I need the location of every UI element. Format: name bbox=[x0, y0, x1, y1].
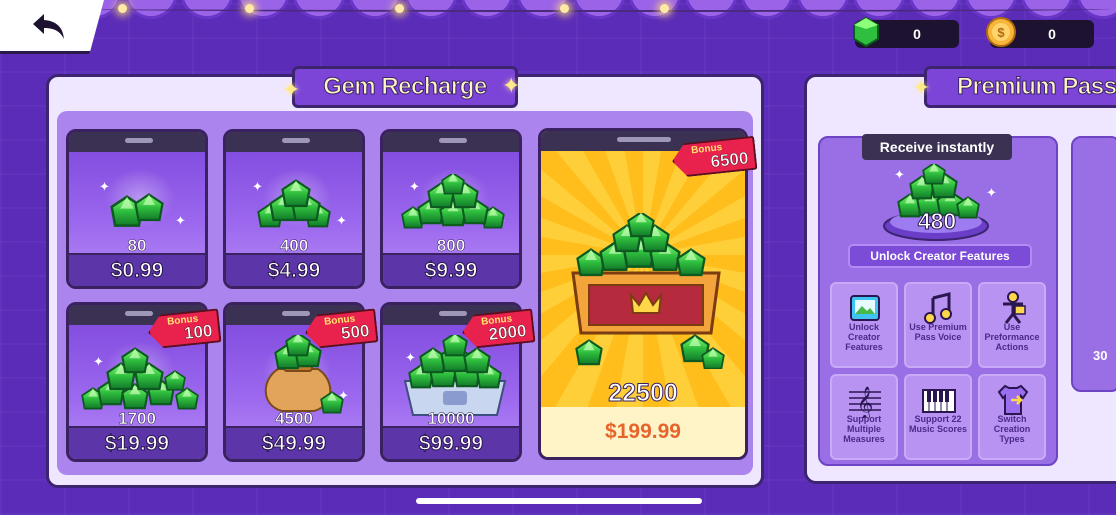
feature-label: Use Premium Pass Voice bbox=[909, 322, 967, 342]
star-icon: ✦ bbox=[912, 76, 931, 101]
feature-label: Support 22 Music Scores bbox=[908, 414, 968, 434]
svg-text:$: $ bbox=[997, 25, 1005, 40]
light-bulb bbox=[395, 4, 404, 13]
unlock-creator-banner: Unlock Creator Features bbox=[848, 244, 1032, 268]
gem-pack-card[interactable]: ✦ ✦ 800 $9.99 bbox=[380, 129, 522, 289]
gem-balance: 0 bbox=[853, 16, 959, 48]
home-indicator[interactable] bbox=[416, 498, 702, 504]
featured-pack-price: $199.99 bbox=[541, 407, 745, 457]
image-icon bbox=[850, 295, 880, 321]
light-string bbox=[90, 6, 1110, 12]
feature-tile: Use Preformance Actions bbox=[978, 282, 1046, 368]
feature-tile: Use Premium Pass Voice bbox=[904, 282, 972, 368]
performer-icon bbox=[1003, 291, 1026, 324]
feature-tile: Support 22 Music Scores bbox=[904, 374, 972, 460]
feature-label: Support Multiple Measures bbox=[843, 414, 885, 444]
next-pass-peek-value: 30 bbox=[1093, 348, 1108, 363]
gem-pile-icon bbox=[401, 174, 505, 229]
feature-tile: 𝄞 Support Multiple Measures bbox=[830, 374, 898, 460]
back-arrow-icon bbox=[33, 13, 64, 39]
featured-gem-pack-card[interactable]: 22500 $199.99 bbox=[538, 128, 748, 460]
gem-tray-icon bbox=[403, 335, 507, 416]
music-note-icon bbox=[924, 292, 952, 324]
featured-pack-amount: 22500 bbox=[608, 379, 679, 408]
shirt-icon bbox=[997, 384, 1029, 415]
treble-clef-icon: 𝄞 bbox=[849, 386, 881, 418]
gem-pack-card[interactable]: ✦ ✦ 400 $4.99 bbox=[223, 129, 365, 289]
feature-label: Use Preformance Actions bbox=[984, 322, 1040, 352]
light-bulb bbox=[118, 4, 127, 13]
coin-balance: $ 0 bbox=[986, 17, 1094, 48]
pack-price: $9.99 bbox=[383, 253, 519, 286]
next-pass-card[interactable]: 30 bbox=[1071, 136, 1116, 392]
decorative-scallop-banner bbox=[70, 0, 1116, 28]
pack-price: $19.99 bbox=[69, 426, 205, 459]
gem-pile-icon bbox=[110, 193, 164, 227]
feature-tile: Unlock Creator Features bbox=[830, 282, 898, 368]
gem-chest-icon bbox=[571, 213, 725, 369]
star-icon: ✦ bbox=[502, 74, 521, 99]
light-bulb bbox=[560, 4, 569, 13]
gem-bag-icon bbox=[264, 335, 344, 414]
feature-label: Switch Creation Types bbox=[993, 414, 1031, 444]
pack-price: $4.99 bbox=[226, 253, 362, 286]
gem-pile-icon bbox=[257, 179, 331, 228]
gem-pile-icon bbox=[81, 347, 199, 410]
pack-price: $0.99 bbox=[69, 253, 205, 286]
star-icon: ✦ bbox=[282, 78, 301, 103]
piano-icon bbox=[922, 389, 956, 413]
light-bulb bbox=[660, 4, 669, 13]
feature-tile: Switch Creation Types bbox=[978, 374, 1046, 460]
bonus-value: 2000 bbox=[487, 321, 528, 344]
light-bulb bbox=[245, 4, 254, 13]
gem-pack-card[interactable]: ✦ ✦ 80 $0.99 bbox=[66, 129, 208, 289]
pack-price: $99.99 bbox=[383, 426, 519, 459]
gem-recharge-title: Gem Recharge bbox=[292, 66, 518, 108]
receive-gem-amount: 480 bbox=[917, 208, 957, 235]
bonus-value: 100 bbox=[183, 321, 214, 343]
premium-pass-title: Premium Pass bbox=[924, 66, 1116, 108]
pack-price: $49.99 bbox=[226, 426, 362, 459]
feature-label: Unlock Creator Features bbox=[845, 322, 883, 352]
receive-instantly-label: Receive instantly bbox=[862, 134, 1012, 160]
back-button[interactable] bbox=[0, 0, 104, 54]
coin-icon: $ bbox=[986, 17, 1016, 47]
gem-icon bbox=[853, 16, 879, 48]
bonus-value: 500 bbox=[340, 321, 371, 343]
bonus-value: 6500 bbox=[709, 148, 750, 172]
